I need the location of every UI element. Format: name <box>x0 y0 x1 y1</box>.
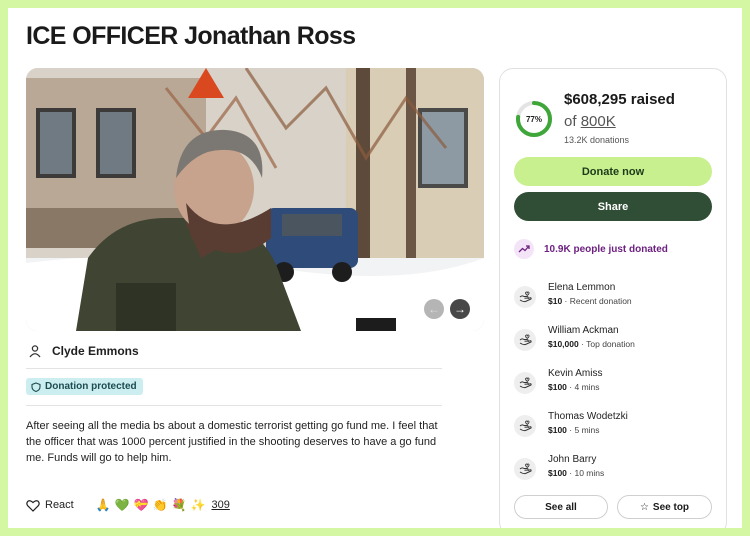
reaction-count[interactable]: 309 <box>211 499 229 511</box>
organizer-name: Clyde Emmons <box>52 344 139 358</box>
divider <box>26 405 442 406</box>
donor-meta: $100 · 4 mins <box>548 382 600 392</box>
campaign-title: ICE OFFICER Jonathan Ross <box>26 22 356 50</box>
donation-card: 77% $608,295 raised of 800K 13.2K donati… <box>499 68 727 528</box>
heart-outline-icon <box>26 499 40 512</box>
shield-icon <box>31 381 41 392</box>
donation-hand-icon <box>514 458 536 480</box>
carousel-indicator[interactable] <box>42 312 52 315</box>
donor-meta: $10,000 · Top donation <box>548 339 635 349</box>
donation-count: 13.2K donations <box>564 135 630 145</box>
donor-meta: $100 · 10 mins <box>548 468 605 478</box>
arrow-left-icon: ← <box>428 302 440 316</box>
campaign-story: After seeing all the media bs about a do… <box>26 420 438 464</box>
donor-name: Elena Lemmon <box>548 282 616 293</box>
donor-meta: $100 · 5 mins <box>548 425 600 435</box>
amount-raised: $608,295 raised <box>564 91 675 108</box>
donation-protected-badge[interactable]: Donation protected <box>26 378 143 395</box>
carousel-prev-button[interactable]: ← <box>424 299 444 319</box>
trending-up-icon <box>514 239 534 259</box>
organizer[interactable]: Clyde Emmons <box>28 344 139 358</box>
donor-item: Elena Lemmon $10 · Recent donation <box>514 281 632 308</box>
fundraiser-page: ICE OFFICER Jonathan Ross ← → Clyde Emmo… <box>8 8 742 528</box>
donor-item: William Ackman $10,000 · Top donation <box>514 324 635 351</box>
goal-prefix: of <box>564 113 577 130</box>
goal-value[interactable]: 800K <box>581 113 616 130</box>
bouquet-emoji-icon: 💐 <box>171 498 187 512</box>
donor-item: John Barry $100 · 10 mins <box>514 453 604 480</box>
react-label: React <box>45 499 74 511</box>
recent-donations-trend: 10.9K people just donated <box>514 239 668 259</box>
donate-now-button[interactable]: Donate now <box>514 157 712 186</box>
progress-percent: 77% <box>525 114 542 124</box>
donation-hand-icon <box>514 286 536 308</box>
goal-amount: of 800K <box>564 113 616 130</box>
donor-name: William Ackman <box>548 325 619 336</box>
donor-item: Kevin Amiss $100 · 4 mins <box>514 367 602 394</box>
reaction-emojis[interactable]: 🙏 💚 💝 👏 💐 ✨ <box>96 498 206 512</box>
see-top-button[interactable]: ☆ See top <box>617 495 712 519</box>
donation-hand-icon <box>514 415 536 437</box>
star-icon: ☆ <box>639 501 649 513</box>
donation-hand-icon <box>514 329 536 351</box>
donor-name: Thomas Wodetzki <box>548 411 628 422</box>
photo-illustration <box>26 68 484 331</box>
campaign-photo[interactable]: ← → <box>26 68 484 331</box>
see-all-button[interactable]: See all <box>514 495 608 519</box>
reactions-row: React 🙏 💚 💝 👏 💐 ✨ 309 <box>26 498 230 512</box>
pray-emoji-icon: 🙏 <box>95 498 111 512</box>
see-top-label: See top <box>652 501 690 513</box>
trend-text: 10.9K people just donated <box>544 243 668 255</box>
heart-ribbon-emoji-icon: 💝 <box>133 498 149 512</box>
green-heart-emoji-icon: 💚 <box>114 498 130 512</box>
donor-item: Thomas Wodetzki $100 · 5 mins <box>514 410 628 437</box>
react-button[interactable]: React <box>26 499 74 512</box>
donor-meta: $10 · Recent donation <box>548 296 632 306</box>
arrow-right-icon: → <box>454 302 466 316</box>
protected-label: Donation protected <box>45 381 137 392</box>
person-icon <box>29 345 41 358</box>
divider <box>26 368 442 369</box>
share-button[interactable]: Share <box>514 192 712 221</box>
sparkles-emoji-icon: ✨ <box>190 498 206 512</box>
donor-name: Kevin Amiss <box>548 368 603 379</box>
donor-name: John Barry <box>548 454 597 465</box>
donation-hand-icon <box>514 372 536 394</box>
clap-emoji-icon: 👏 <box>152 498 168 512</box>
carousel-next-button[interactable]: → <box>450 299 470 319</box>
